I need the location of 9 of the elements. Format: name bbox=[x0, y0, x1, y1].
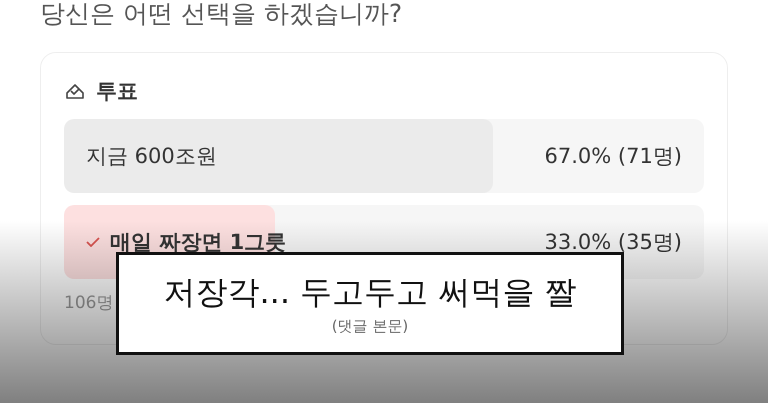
caption-source: (댓글 본문) bbox=[332, 317, 408, 336]
poll-option[interactable]: 지금 600조원 67.0% (71명) bbox=[64, 119, 704, 193]
check-icon bbox=[86, 237, 100, 247]
voter-count: 106명 bbox=[64, 293, 114, 313]
ballot-box-icon bbox=[64, 81, 86, 101]
vote-result: 33.0% (35명) bbox=[544, 229, 682, 256]
question-text: 당신은 어떤 선택을 하겠습니까? bbox=[40, 0, 404, 30]
poll-title: 투표 bbox=[96, 78, 138, 105]
vote-result: 67.0% (71명) bbox=[544, 143, 682, 170]
